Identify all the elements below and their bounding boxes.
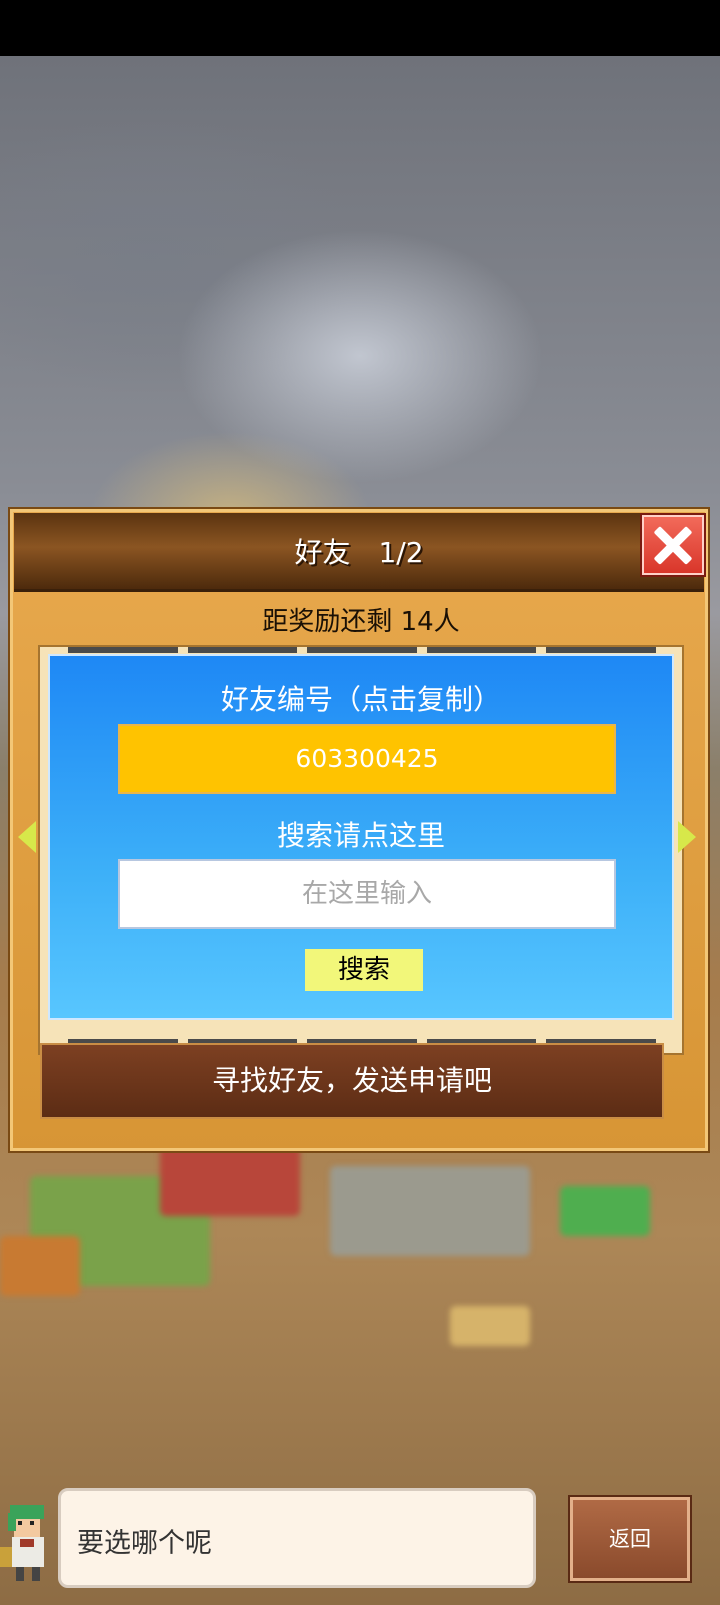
farm-building [330, 1166, 530, 1256]
search-button[interactable]: 搜索 [305, 949, 423, 991]
reward-remaining-text: 距奖励还剩 14人 [262, 607, 460, 637]
farm-sign [450, 1306, 530, 1346]
status-bar [0, 0, 720, 56]
speech-bubble: 要选哪个呢 [58, 1488, 536, 1588]
friend-search-panel: 好友编号（点击复制） 603300425 搜索请点这里 搜索 [48, 654, 674, 1020]
tab[interactable] [68, 647, 178, 653]
tab[interactable] [187, 647, 298, 653]
farm-field [160, 1146, 300, 1216]
title-bar: 好友 1/2 [14, 513, 704, 592]
speech-text: 要选哪个呢 [77, 1528, 212, 1559]
find-friends-button[interactable]: 寻找好友，发送申请吧 [40, 1043, 664, 1119]
top-tab-strip [68, 647, 656, 653]
tab[interactable] [546, 647, 656, 653]
character-avatar [0, 1491, 56, 1587]
friends-dialog: 好友 1/2 距奖励还剩 14人 好友编号（点击复制） 603300425 搜索… [8, 507, 710, 1153]
close-button[interactable] [642, 515, 704, 575]
arrow-left-icon[interactable] [18, 821, 36, 853]
tab[interactable] [307, 647, 417, 653]
friend-id-label: 好友编号（点击复制） [220, 683, 501, 716]
back-button[interactable]: 返回 [570, 1497, 690, 1581]
search-input[interactable] [118, 859, 616, 929]
tab[interactable] [426, 647, 537, 653]
farm-field [0, 1236, 80, 1296]
farm-field [560, 1186, 650, 1236]
arrow-right-icon[interactable] [678, 821, 696, 853]
search-label: 搜索请点这里 [276, 819, 445, 852]
dialog-title: 好友 1/2 [294, 536, 424, 569]
friend-id-copy-box[interactable]: 603300425 [118, 724, 616, 794]
